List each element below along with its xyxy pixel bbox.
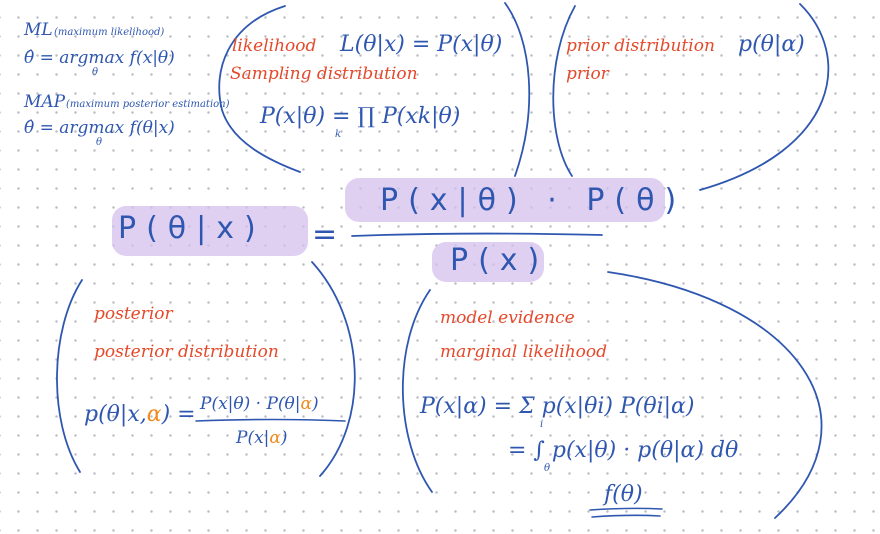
posterior-lhs-alpha: α — [146, 402, 162, 427]
ml-subtitle: (maximum likelihood) — [54, 27, 165, 38]
ml-subscript: θ — [92, 67, 99, 78]
posterior-den-alpha: α — [269, 428, 281, 448]
likelihood-right-bracket — [504, 2, 531, 177]
ink-strokes — [56, 2, 830, 519]
map-subscript: θ — [96, 137, 103, 148]
sampling-formula: P(x|θ) = ∏ P(xk|θ) — [260, 104, 461, 129]
note-canvas: { "colors": { "ink_blue": "#2f57b0", "in… — [0, 0, 880, 534]
likelihood-label: likelihood — [232, 36, 317, 56]
posterior-den-a: P(x| — [236, 428, 270, 448]
likelihood-label-formula: L(θ|x) = P(x|θ) — [340, 32, 503, 57]
marginal-likelihood-label: marginal likelihood — [440, 342, 608, 362]
sampling-distribution-label: Sampling distribution — [230, 64, 418, 84]
posterior-den-b: ) — [280, 428, 288, 448]
prior-distribution-label: prior distribution — [566, 36, 715, 56]
bayes-denominator: P(x) — [450, 243, 550, 278]
prior-distribution-formula: p(θ|α) — [738, 32, 805, 57]
posterior-formula-numerator: P(x|θ) · P(θ|α) — [200, 396, 319, 413]
sampling-subscript: k — [335, 129, 342, 140]
f-theta-label: f(θ) — [604, 482, 643, 507]
posterior-lhs-b: ) = — [161, 402, 196, 427]
evidence-left-bracket — [401, 289, 433, 493]
bayes-equals: = — [312, 217, 338, 252]
map-subtitle: (maximum posterior estimation) — [66, 99, 230, 110]
map-title: MAP — [24, 92, 66, 112]
evidence-integral-subscript: θ — [544, 463, 551, 474]
likelihood-left-bracket — [218, 5, 301, 173]
prior-label: prior — [566, 64, 609, 84]
posterior-lhs-a: p(θ|x, — [84, 402, 147, 427]
prior-left-bracket — [552, 5, 576, 177]
posterior-num-a: P(x|θ) · P(θ| — [200, 394, 301, 414]
posterior-fraction-bar — [195, 418, 346, 422]
ml-title: ML — [24, 20, 53, 40]
posterior-num-alpha: α — [300, 394, 312, 414]
posterior-label: posterior — [94, 304, 173, 324]
posterior-distribution-label: posterior distribution — [94, 342, 279, 362]
evidence-sum-formula: P(x|α) = Σ p(x|θi) P(θi|α) — [420, 394, 695, 419]
posterior-formula-lhs: p(θ|x,α) = — [84, 404, 196, 426]
posterior-num-b: ) — [311, 394, 319, 414]
evidence-integral-formula: = ∫ p(x|θ) · p(θ|α) dθ — [508, 438, 739, 463]
posterior-left-bracket — [56, 279, 83, 473]
bayes-numerator: P(x|θ) · P(θ) — [380, 183, 687, 218]
model-evidence-label: model evidence — [440, 308, 575, 328]
bayes-lhs: P(θ|x) — [118, 211, 266, 246]
map-formula: θ̂ = argmax f(θ|x) — [24, 118, 175, 138]
posterior-formula-denominator: P(x|α) — [236, 430, 288, 447]
posterior-right-bracket — [311, 261, 356, 477]
evidence-sum-subscript: i — [540, 419, 544, 430]
fraction-bar — [351, 232, 603, 237]
f-underline-1 — [589, 507, 663, 511]
f-underline-2 — [591, 514, 661, 518]
ml-formula: θ̂ = argmax f(x|θ) — [24, 48, 175, 68]
